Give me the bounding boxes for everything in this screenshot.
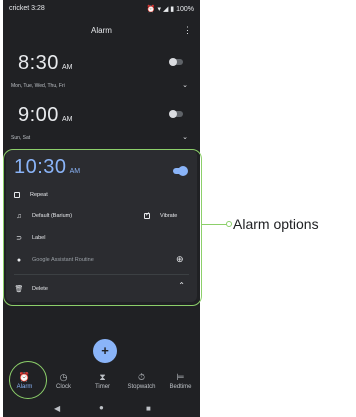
bed-icon: ⊨: [176, 372, 185, 382]
alarm-days: Mon, Tue, Wed, Thu, Fri: [11, 83, 65, 89]
tab-label: Bedtime: [169, 384, 192, 390]
alarm-status-icon: ⏰: [146, 6, 156, 13]
battery-icon: ▮: [170, 6, 175, 13]
more-options-icon[interactable]: ⋮: [183, 25, 192, 36]
clock-icon: ◷: [59, 372, 68, 382]
tab-timer[interactable]: ⧗ Timer: [83, 372, 122, 390]
stopwatch-icon: ⏱: [137, 372, 146, 382]
tab-stopwatch[interactable]: ⏱ Stopwatch: [122, 372, 161, 390]
chevron-down-icon[interactable]: ⌄: [182, 81, 188, 89]
wifi-icon: ▾: [157, 6, 161, 13]
status-bar: cricket 3:28 ⏰ ▾ ◢ ▮ 100%: [3, 0, 200, 18]
signal-icon: ◢: [162, 6, 169, 13]
app-bar: Alarm ⋮: [3, 18, 200, 44]
alarm-options-highlight: [3, 149, 202, 306]
alarm-toggle[interactable]: [169, 110, 183, 118]
alarm-options-callout: Alarm options: [233, 216, 319, 232]
tab-label: Timer: [94, 384, 111, 390]
alarm-ampm: AM: [61, 116, 73, 123]
callout-line: [202, 224, 229, 225]
alarm-days: Sun, Sat: [11, 135, 31, 141]
alarm-time-value: 8:30: [18, 52, 59, 74]
chevron-down-icon[interactable]: ⌄: [182, 133, 188, 141]
status-icons: ⏰ ▾ ◢ ▮ 100%: [147, 5, 194, 13]
alarm-time-value: 9:00: [18, 104, 59, 126]
carrier-time: cricket 3:28: [9, 5, 45, 12]
tab-bedtime[interactable]: ⊨ Bedtime: [161, 372, 200, 390]
alarm-ampm: AM: [61, 64, 73, 71]
alarm-toggle[interactable]: [169, 58, 183, 66]
add-alarm-button[interactable]: +: [93, 339, 117, 363]
hourglass-icon: ⧗: [99, 372, 106, 382]
alarm-tab-highlight: [9, 361, 47, 399]
callout-dot: [226, 221, 232, 227]
alarm-time[interactable]: 9:00 AM: [18, 104, 72, 127]
tab-label: Stopwatch: [127, 384, 156, 390]
back-icon[interactable]: ◀: [54, 404, 60, 413]
system-navigation-bar: ◀ ● ■: [3, 400, 200, 417]
battery-percent: 100%: [176, 6, 194, 13]
recents-icon[interactable]: ■: [146, 404, 151, 413]
tab-clock[interactable]: ◷ Clock: [44, 372, 83, 390]
page-title: Alarm: [91, 26, 112, 35]
home-icon[interactable]: ●: [99, 403, 104, 412]
alarm-time[interactable]: 8:30 AM: [18, 52, 72, 75]
tab-label: Clock: [55, 384, 71, 390]
